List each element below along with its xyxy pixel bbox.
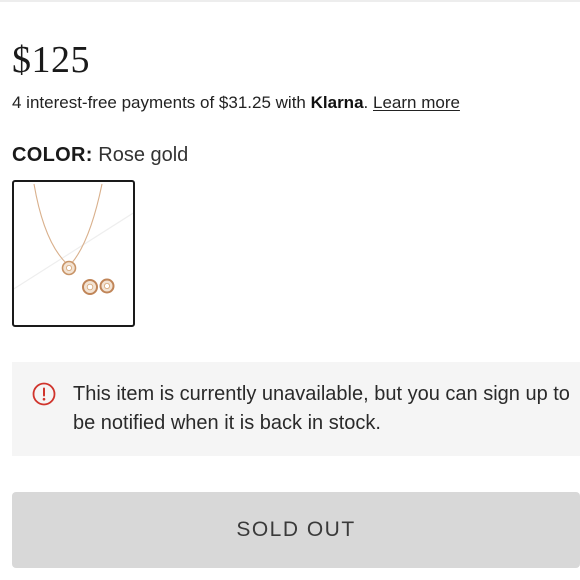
klarna-logo-text: Klarna [310,93,364,112]
color-swatch-rose-gold[interactable] [12,180,135,327]
necklace-earrings-swatch-image [14,183,133,295]
installment-info: 4 interest-free payments of $31.25 with … [12,92,460,114]
installment-text: 4 interest-free payments of $31.25 with [12,93,311,112]
learn-more-link[interactable]: Learn more [373,93,460,112]
color-value: Rose gold [98,144,189,166]
installment-period: . [363,93,369,112]
sold-out-button[interactable]: SOLD OUT [12,492,580,568]
top-divider [0,0,580,2]
color-label: COLOR: [12,144,93,166]
alert-circle-icon [32,382,56,406]
product-price: $125 [12,39,90,81]
unavailable-notice: This item is currently unavailable, but … [12,362,580,456]
color-selector-label: COLOR: Rose gold [12,142,188,168]
unavailable-message: This item is currently unavailable, but … [73,383,570,434]
